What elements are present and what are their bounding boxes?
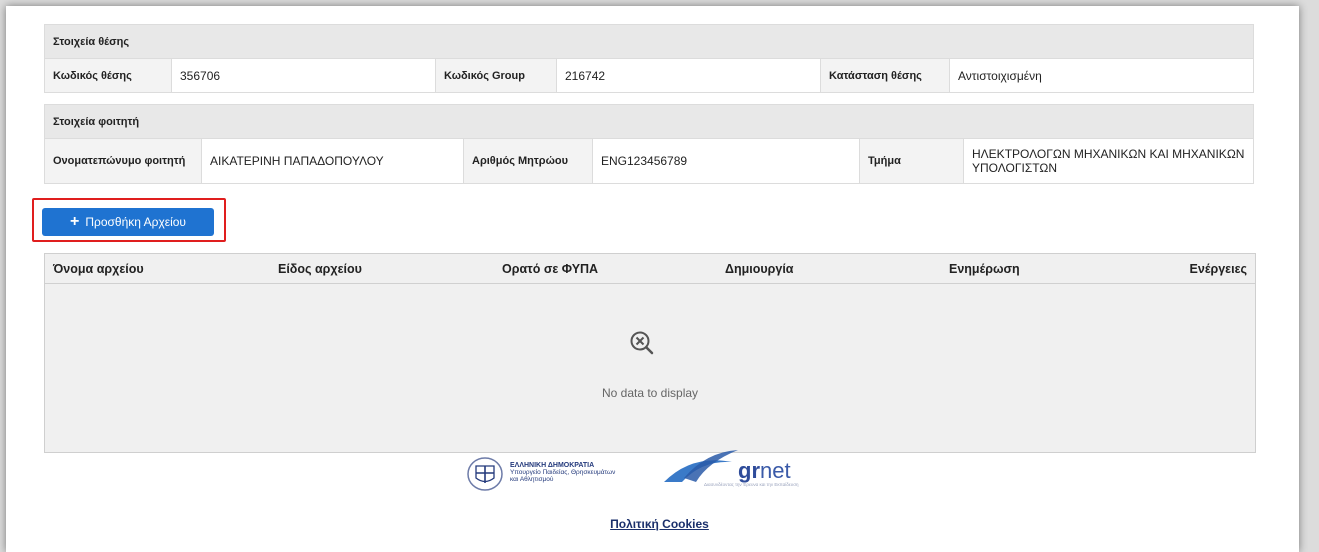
student-info-table: Στοιχεία φοιτητή Ονοματεπώνυμο φοιτητή Α… — [44, 104, 1254, 184]
ministry-title: ΕΛΛΗΝΙΚΗ ΔΗΜΟΚΡΑΤΙΑ — [510, 462, 595, 469]
grnet-tagline: Διασυνδέοντας την Έρευνα και την Εκπαίδε… — [704, 482, 799, 487]
student-name-label: Ονοματεπώνυμο φοιτητή — [44, 138, 202, 184]
no-data-icon — [630, 331, 654, 355]
department-label: Τμήμα — [859, 138, 964, 184]
cookies-policy-link[interactable]: Πολιτική Cookies — [0, 517, 1319, 531]
column-header-file-type[interactable]: Είδος αρχείου — [270, 254, 494, 283]
column-header-file-name[interactable]: Όνομα αρχείου — [45, 254, 270, 283]
grnet-logo-text-net: net — [760, 458, 791, 483]
ministry-logo-text: ΕΛΛΗΝΙΚΗ ΔΗΜΟΚΡΑΤΙΑ Υπουργείο Παιδείας, … — [510, 462, 615, 483]
grid-header: Όνομα αρχείου Είδος αρχείου Ορατό σε ΦΥΠ… — [45, 254, 1255, 284]
student-section-title: Στοιχεία φοιτητή — [44, 104, 1254, 139]
column-header-visible-fypa[interactable]: Ορατό σε ΦΥΠΑ — [494, 254, 717, 283]
grid-body: No data to display — [45, 284, 1255, 452]
grnet-logo: grnet — [738, 458, 791, 484]
position-code-label: Κωδικός θέσης — [44, 58, 172, 93]
files-grid: Όνομα αρχείου Είδος αρχείου Ορατό σε ΦΥΠ… — [44, 253, 1256, 453]
ministry-line-1: Υπουργείο Παιδείας, Θρησκευμάτων — [510, 469, 616, 476]
ministry-line-2: και Αθλητισμού — [510, 476, 554, 483]
highlight-box — [32, 198, 226, 242]
position-status-value: Αντιστοιχισμένη — [949, 58, 1254, 93]
no-data-text: No data to display — [601, 386, 699, 400]
greek-emblem-icon — [467, 457, 503, 491]
registry-number-value: ENG123456789 — [592, 138, 860, 184]
position-section-title: Στοιχεία θέσης — [44, 24, 1254, 59]
department-value: ΗΛΕΚΤΡΟΛΟΓΩΝ ΜΗΧΑΝΙΚΩΝ ΚΑΙ ΜΗΧΑΝΙΚΩΝ ΥΠΟ… — [963, 138, 1254, 184]
group-code-label: Κωδικός Group — [435, 58, 557, 93]
column-header-created[interactable]: Δημιουργία — [717, 254, 941, 283]
position-status-label: Κατάσταση θέσης — [820, 58, 950, 93]
grnet-logo-text-gr: gr — [738, 458, 760, 483]
student-name-value: ΑΙΚΑΤΕΡΙΝΗ ΠΑΠΑΔΟΠΟΥΛΟΥ — [201, 138, 464, 184]
column-header-actions: Ενέργειες — [1189, 261, 1247, 276]
column-header-updated[interactable]: Ενημέρωση — [941, 254, 1163, 283]
group-code-value: 216742 — [556, 58, 821, 93]
position-code-value: 356706 — [171, 58, 436, 93]
footer-logos: ΕΛΛΗΝΙΚΗ ΔΗΜΟΚΡΑΤΙΑ Υπουργείο Παιδείας, … — [462, 444, 862, 491]
position-info-table: Στοιχεία θέσης Κωδικός θέσης 356706 Κωδι… — [44, 24, 1254, 93]
registry-number-label: Αριθμός Μητρώου — [463, 138, 593, 184]
